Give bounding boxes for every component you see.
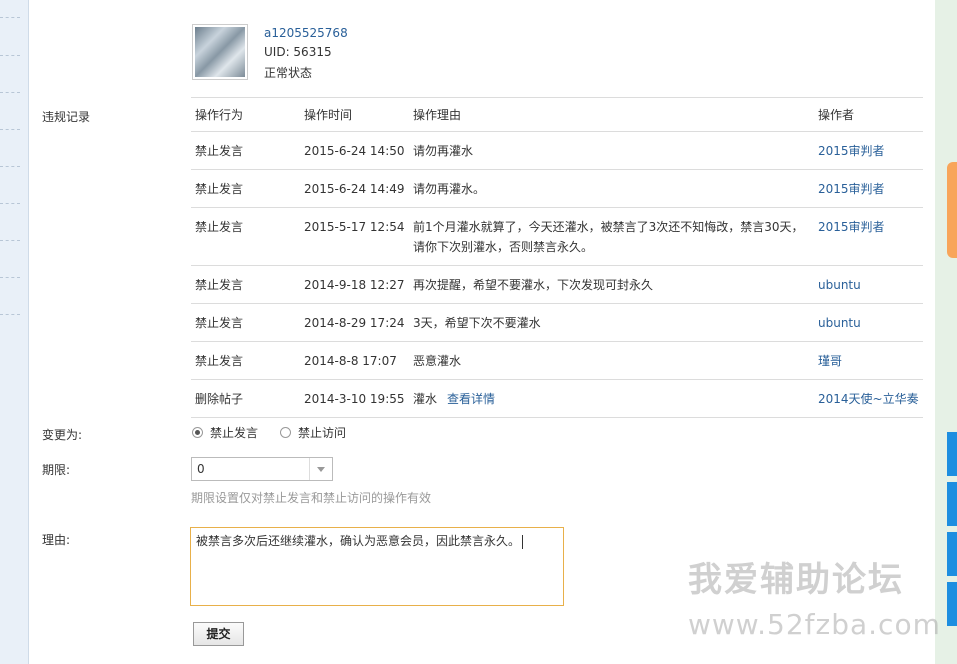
cell-action: 禁止发言 — [191, 265, 300, 304]
table-row: 禁止发言 2015-5-17 12:54 前1个月灌水就算了，今天还灌水，被禁言… — [191, 207, 923, 266]
operator-link[interactable]: ubuntu — [818, 316, 861, 330]
floating-tab-orange[interactable] — [947, 162, 957, 258]
table-row: 禁止发言 2014-8-29 17:24 3天，希望下次不要灌水 ubuntu — [191, 303, 923, 342]
violation-records-table: 操作行为 操作时间 操作理由 操作者 禁止发言 2015-6-24 14:50 … — [191, 97, 923, 418]
radio-label-ban-speech[interactable]: 禁止发言 — [210, 424, 258, 441]
username-link[interactable]: a1205525768 — [264, 26, 348, 40]
cell-action: 禁止发言 — [191, 131, 300, 170]
cell-time: 2014-3-10 19:55 — [300, 379, 409, 418]
radio-ban-speech[interactable] — [192, 427, 203, 438]
cell-reason: 请勿再灌水 — [409, 131, 814, 170]
column-header: 操作理由 — [409, 97, 814, 132]
submit-button[interactable]: 提交 — [193, 622, 244, 646]
floating-tab-blue[interactable] — [947, 432, 957, 476]
operator-link[interactable]: 2015审判者 — [818, 182, 885, 196]
cell-action: 禁止发言 — [191, 341, 300, 380]
cell-reason: 恶意灌水 — [409, 341, 814, 380]
watermark-url: www.52fzba.com — [688, 608, 941, 641]
divider — [0, 314, 20, 315]
cell-time: 2015-6-24 14:50 — [300, 131, 409, 170]
divider — [0, 277, 20, 278]
reason-label: 理由: — [42, 533, 71, 547]
user-uid: UID: 56315 — [264, 45, 332, 59]
divider — [0, 129, 20, 130]
operator-link[interactable]: ubuntu — [818, 278, 861, 292]
cell-time: 2015-5-17 12:54 — [300, 207, 409, 266]
period-label: 期限: — [42, 463, 71, 477]
divider — [0, 55, 20, 56]
text-cursor — [522, 534, 524, 549]
view-details-link[interactable]: 查看详情 — [447, 392, 495, 406]
table-row: 禁止发言 2014-8-8 17:07 恶意灌水 瑾哥 — [191, 341, 923, 380]
cell-reason: 灌水 查看详情 — [409, 379, 814, 418]
table-row: 禁止发言 2015-6-24 14:49 请勿再灌水。 2015审判者 — [191, 169, 923, 208]
divider — [0, 17, 20, 18]
cell-reason: 前1个月灌水就算了，今天还灌水，被禁言了3次还不知悔改，禁言30天，请你下次别灌… — [409, 207, 814, 266]
table-row: 删除帖子 2014-3-10 19:55 灌水 查看详情 2014天使~立华奏 — [191, 379, 923, 418]
cell-time: 2015-6-24 14:49 — [300, 169, 409, 208]
cell-time: 2014-9-18 12:27 — [300, 265, 409, 304]
divider — [0, 240, 20, 241]
column-header: 操作者 — [814, 97, 923, 132]
left-sidebar-strip — [0, 0, 29, 664]
period-select[interactable]: 0 — [191, 457, 333, 481]
operator-link[interactable]: 2014天使~立华奏 — [818, 392, 919, 406]
watermark-title: 我爱辅助论坛 — [688, 560, 904, 600]
cell-time: 2014-8-8 17:07 — [300, 341, 409, 380]
divider — [0, 92, 20, 93]
divider — [0, 203, 20, 204]
cell-reason: 再次提醒，希望不要灌水，下次发现可封永久 — [409, 265, 814, 304]
change-to-radio-group: 禁止发言 禁止访问 — [192, 424, 368, 441]
floating-tab-blue[interactable] — [947, 582, 957, 626]
right-sidebar-strip — [935, 0, 957, 664]
avatar-image — [195, 27, 245, 77]
period-value: 0 — [197, 462, 205, 476]
operator-link[interactable]: 2015审判者 — [818, 144, 885, 158]
operator-link[interactable]: 瑾哥 — [818, 354, 842, 368]
floating-tab-blue[interactable] — [947, 532, 957, 576]
divider — [0, 166, 20, 167]
reason-textarea[interactable]: 被禁言多次后还继续灌水，确认为恶意会员，因此禁言永久。 — [190, 527, 564, 606]
change-to-label: 变更为: — [42, 428, 83, 442]
reason-text: 灌水 — [413, 392, 438, 406]
records-label: 违规记录 — [42, 110, 91, 124]
user-status: 正常状态 — [264, 66, 313, 80]
radio-label-ban-access[interactable]: 禁止访问 — [298, 424, 346, 441]
chevron-down-icon[interactable] — [309, 458, 332, 480]
cell-action: 禁止发言 — [191, 303, 300, 342]
cell-action: 禁止发言 — [191, 169, 300, 208]
period-hint: 期限设置仅对禁止发言和禁止访问的操作有效 — [191, 491, 432, 505]
column-header: 操作时间 — [300, 97, 409, 132]
radio-ban-access[interactable] — [280, 427, 292, 438]
cell-reason: 3天，希望下次不要灌水 — [409, 303, 814, 342]
cell-action: 禁止发言 — [191, 207, 300, 266]
avatar[interactable] — [192, 24, 248, 80]
cell-action: 删除帖子 — [191, 379, 300, 418]
floating-tab-blue[interactable] — [947, 482, 957, 526]
reason-text: 被禁言多次后还继续灌水，确认为恶意会员，因此禁言永久。 — [196, 534, 521, 548]
table-row: 禁止发言 2014-9-18 12:27 再次提醒，希望不要灌水，下次发现可封永… — [191, 265, 923, 304]
table-header-row: 操作行为 操作时间 操作理由 操作者 — [191, 97, 923, 132]
cell-reason: 请勿再灌水。 — [409, 169, 814, 208]
operator-link[interactable]: 2015审判者 — [818, 220, 885, 234]
table-row: 禁止发言 2015-6-24 14:50 请勿再灌水 2015审判者 — [191, 131, 923, 170]
column-header: 操作行为 — [191, 97, 300, 132]
cell-time: 2014-8-29 17:24 — [300, 303, 409, 342]
